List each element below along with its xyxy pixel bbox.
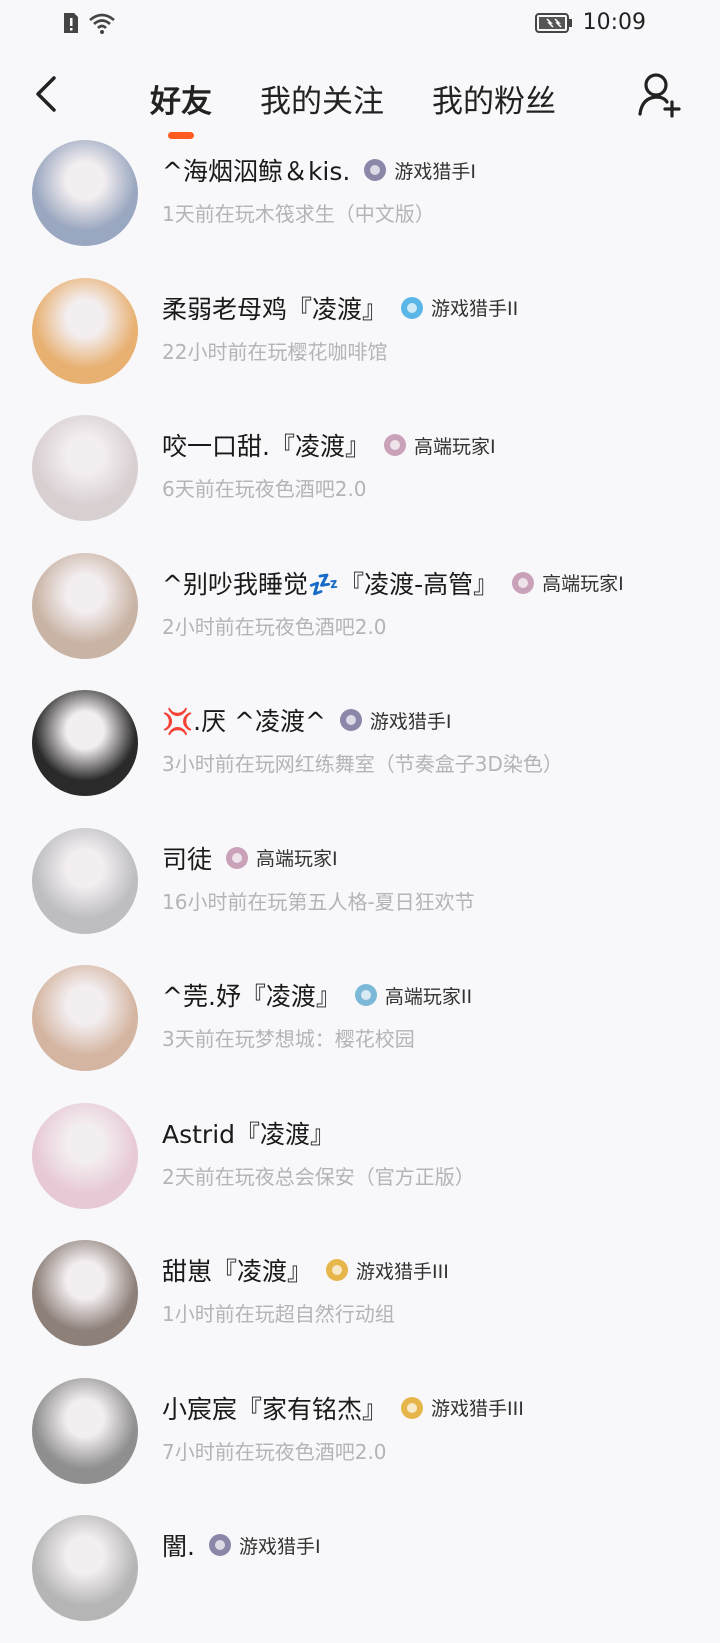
play-status: 1天前在玩木筏求生（中文版） (162, 202, 435, 226)
play-status: 3小时前在玩网红练舞室（节奏盒子3D染色） (162, 752, 563, 776)
avatar[interactable] (32, 415, 138, 521)
name-line: 💢.厌 ^凌渡^ 游戏猎手I (162, 702, 452, 738)
friend-name: 闇. (162, 1532, 195, 1561)
avatar[interactable] (32, 827, 138, 934)
name-line: ^海烟泅鲸＆kis. 游戏猎手I (162, 152, 476, 188)
friend-row[interactable]: 💢.厌 ^凌渡^ 游戏猎手I 3小时前在玩网红练舞室（节奏盒子3D染色） (0, 680, 720, 818)
level-badge: 高端玩家I (383, 432, 496, 459)
avatar[interactable] (32, 1102, 138, 1209)
badge-label: 游戏猎手I (369, 710, 452, 733)
play-status: 1小时前在玩超自然行动组 (162, 1302, 395, 1326)
badge-icon (512, 571, 535, 594)
badge-icon (326, 1259, 349, 1281)
name-line: 司徒 高端玩家I (162, 840, 338, 876)
friend-name: ^莞.妤『凌渡』 (162, 982, 341, 1011)
badge-icon (226, 846, 249, 869)
badge-label: 高端玩家I (542, 573, 624, 595)
play-status: 7小时前在玩夜色酒吧2.0 (162, 1439, 387, 1464)
avatar[interactable] (32, 1515, 138, 1621)
friend-row[interactable]: 司徒 高端玩家I 16小时前在玩第五人格-夏日狂欢节 (0, 818, 720, 956)
badge-label: 高端玩家I (413, 435, 496, 458)
play-status: 2小时前在玩夜色酒吧2.0 (162, 614, 387, 639)
clock: 10:09 (582, 10, 646, 35)
friend-list: ^海烟泅鲸＆kis. 游戏猎手I 1天前在玩木筏求生（中文版） 柔弱老母鸡『凌渡』 游戏… (0, 130, 720, 1643)
friend-row[interactable]: 咬一口甜.『凌渡』 高端玩家I 6天前在玩夜色酒吧2.0 (0, 405, 720, 543)
sim-alert-icon (64, 13, 78, 33)
badge-icon (401, 296, 424, 319)
badge-icon (354, 984, 377, 1006)
friend-row[interactable]: 甜崽『凌渡』 游戏猎手III 1小时前在玩超自然行动组 (0, 1230, 720, 1368)
level-badge: 游戏猎手I (208, 1532, 321, 1559)
play-status: 22小时前在玩樱花咖啡馆 (162, 339, 388, 364)
friend-name: Astrid『凌渡』 (162, 1119, 336, 1149)
name-line: 闇. 游戏猎手I (162, 1527, 321, 1563)
badge-label: 游戏猎手I (238, 1535, 321, 1558)
name-line: ^别吵我睡觉💤『凌渡-高管』 高端玩家I (162, 565, 624, 601)
play-status: 2天前在玩夜总会保安（官方正版） (162, 1164, 475, 1189)
avatar[interactable] (32, 140, 138, 246)
friend-name: 柔弱老母鸡『凌渡』 (162, 294, 388, 324)
level-badge: 游戏猎手II (401, 294, 518, 321)
badge-label: 游戏猎手III (356, 1260, 449, 1283)
name-line: 柔弱老母鸡『凌渡』 游戏猎手II (162, 290, 518, 326)
level-badge: 游戏猎手I (364, 157, 476, 184)
friend-name: 小宸宸『家有铭杰』 (162, 1394, 388, 1424)
friend-row[interactable]: ^莞.妤『凌渡』 高端玩家II 3天前在玩梦想城：樱花校园 (0, 955, 720, 1093)
badge-icon (401, 1396, 424, 1419)
avatar[interactable] (32, 1377, 138, 1484)
name-line: 咬一口甜.『凌渡』 高端玩家I (162, 427, 496, 463)
level-badge: 高端玩家I (512, 569, 624, 596)
play-status: 3天前在玩梦想城：樱花校园 (162, 1027, 415, 1051)
status-bar: 10:09 (0, 0, 720, 48)
friend-name: 司徒 (162, 844, 213, 874)
badge-label: 游戏猎手III (431, 1398, 524, 1420)
friend-name: ^别吵我睡觉💤『凌渡-高管』 (162, 569, 499, 599)
friend-row[interactable]: 柔弱老母鸡『凌渡』 游戏猎手II 22小时前在玩樱花咖啡馆 (0, 268, 720, 406)
badge-icon (364, 159, 387, 181)
back-icon[interactable] (26, 72, 70, 116)
play-status: 16小时前在玩第五人格-夏日狂欢节 (162, 889, 475, 914)
avatar[interactable] (32, 552, 138, 659)
friend-row[interactable]: ^别吵我睡觉💤『凌渡-高管』 高端玩家I 2小时前在玩夜色酒吧2.0 (0, 543, 720, 681)
add-friend-icon[interactable] (636, 70, 684, 118)
tab-fans[interactable]: 我的粉丝 (432, 76, 556, 121)
level-badge: 游戏猎手III (401, 1394, 524, 1421)
friend-name: 甜崽『凌渡』 (162, 1257, 313, 1286)
badge-label: 游戏猎手II (431, 298, 519, 320)
friend-row[interactable]: ^海烟泅鲸＆kis. 游戏猎手I 1天前在玩木筏求生（中文版） (0, 130, 720, 268)
battery-icon (534, 12, 572, 33)
level-badge: 游戏猎手III (326, 1257, 449, 1284)
level-badge: 高端玩家I (226, 844, 338, 871)
name-line: 甜崽『凌渡』 游戏猎手III (162, 1252, 449, 1288)
play-status: 6天前在玩夜色酒吧2.0 (162, 477, 367, 501)
wifi-icon (89, 13, 115, 34)
friend-row[interactable]: 小宸宸『家有铭杰』 游戏猎手III 7小时前在玩夜色酒吧2.0 (0, 1368, 720, 1506)
name-line: ^莞.妤『凌渡』 高端玩家II (162, 977, 472, 1013)
friend-name: 咬一口甜.『凌渡』 (162, 432, 370, 461)
tab-following[interactable]: 我的关注 (260, 76, 384, 121)
badge-label: 高端玩家II (384, 985, 473, 1008)
badge-icon (208, 1534, 231, 1556)
level-badge: 高端玩家II (354, 982, 473, 1009)
name-line: Astrid『凌渡』 (162, 1115, 335, 1151)
badge-label: 高端玩家I (256, 848, 338, 870)
friend-row[interactable]: 闇. 游戏猎手I (0, 1505, 720, 1643)
friend-name: 💢.厌 ^凌渡^ (162, 707, 326, 736)
name-line: 小宸宸『家有铭杰』 游戏猎手III (162, 1390, 524, 1426)
friend-name: ^海烟泅鲸＆kis. (162, 157, 351, 186)
avatar[interactable] (32, 1240, 138, 1346)
friend-row[interactable]: Astrid『凌渡』 2天前在玩夜总会保安（官方正版） (0, 1093, 720, 1231)
tab-friends[interactable]: 好友 (150, 76, 212, 121)
avatar[interactable] (32, 965, 138, 1071)
avatar[interactable] (32, 690, 138, 796)
badge-icon (383, 434, 406, 456)
badge-label: 游戏猎手I (394, 160, 476, 183)
badge-icon (339, 709, 362, 731)
level-badge: 游戏猎手I (339, 707, 452, 734)
avatar[interactable] (32, 277, 138, 384)
